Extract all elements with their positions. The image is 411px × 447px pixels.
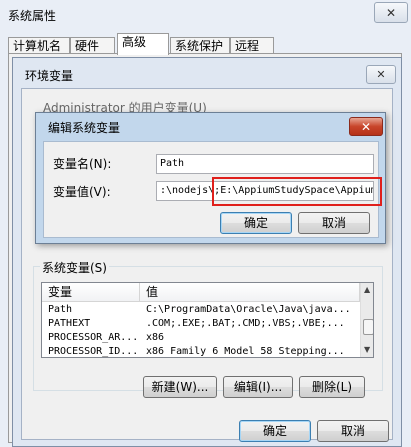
window-title: 系统属性	[8, 9, 57, 23]
tab-system-protection[interactable]: 系统保护	[170, 37, 230, 54]
tab-computer-name[interactable]: 计算机名	[8, 37, 70, 54]
column-header-variable[interactable]: 变量	[42, 283, 140, 302]
column-header-value[interactable]: 值	[140, 283, 360, 302]
vertical-scrollbar[interactable]: ▲ ▼	[360, 283, 373, 357]
table-row[interactable]: PROCESSOR_ID... x86 Family 6 Model 58 St…	[42, 345, 360, 357]
close-button[interactable]: ✕	[366, 65, 396, 84]
table-row[interactable]: Path C:\ProgramData\Oracle\Java\java...	[42, 303, 360, 317]
var-name: PATHEXT	[48, 318, 91, 329]
dialog-title: 环境变量	[25, 69, 74, 83]
var-value: .COM;.EXE;.BAT;.CMD;.VBS;.VBE;...	[146, 318, 345, 329]
scroll-thumb[interactable]	[363, 319, 373, 335]
cancel-button[interactable]: 取消	[298, 212, 370, 234]
var-value: C:\ProgramData\Oracle\Java\java...	[146, 304, 351, 315]
variable-name-label: 变量名(N):	[53, 157, 112, 171]
scroll-down-icon[interactable]: ▼	[364, 345, 370, 354]
tab-advanced[interactable]: 高级	[117, 33, 169, 55]
var-value: x86 Family 6 Model 58 Stepping...	[146, 346, 345, 357]
highlight-box	[212, 177, 382, 206]
close-icon: ✕	[376, 68, 386, 81]
variable-name-input[interactable]: Path	[156, 154, 374, 174]
var-name: PROCESSOR_ID...	[48, 346, 138, 357]
table-row[interactable]: PROCESSOR_AR... x86	[42, 331, 360, 345]
tab-remote[interactable]: 远程	[230, 37, 274, 54]
variable-value-label: 变量值(V):	[53, 185, 111, 199]
tab-hardware[interactable]: 硬件	[70, 37, 115, 54]
dialog-title: 编辑系统变量	[48, 121, 121, 135]
ok-button[interactable]: 确定	[239, 420, 311, 442]
delete-button[interactable]: 删除(L)	[299, 376, 365, 398]
edit-button[interactable]: 编辑(I)...	[223, 376, 293, 398]
close-icon: ✕	[385, 5, 397, 20]
new-button[interactable]: 新建(W)...	[143, 376, 217, 398]
var-name: PROCESSOR_AR...	[48, 332, 138, 343]
ok-button[interactable]: 确定	[220, 212, 292, 234]
close-button[interactable]: ✕	[349, 117, 383, 136]
var-value: x86	[146, 332, 165, 343]
close-icon: ✕	[360, 119, 372, 134]
scroll-up-icon[interactable]: ▲	[364, 285, 370, 294]
cancel-button[interactable]: 取消	[317, 420, 389, 442]
var-name: Path	[48, 304, 73, 315]
table-row[interactable]: PATHEXT .COM;.EXE;.BAT;.CMD;.VBS;.VBE;..…	[42, 317, 360, 331]
system-vars-table[interactable]: 变量 值 Path C:\ProgramData\Oracle\Java\jav…	[41, 282, 374, 358]
system-vars-label: 系统变量(S)	[40, 259, 109, 276]
close-button[interactable]: ✕	[374, 2, 408, 23]
